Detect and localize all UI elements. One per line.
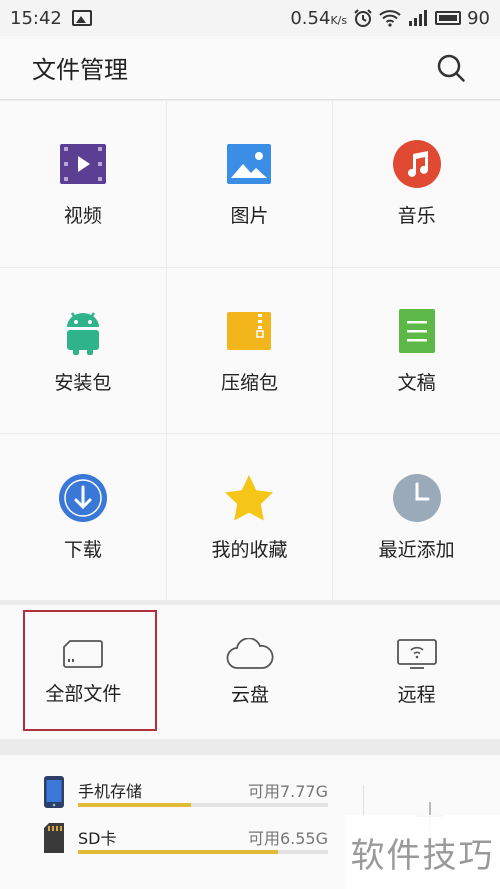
category-recent[interactable]: 最近添加 [333,434,500,601]
category-grid: 视频 图片 音乐 安装包 压缩包 文稿 下载 我的收藏 最近添加 [0,101,500,601]
wifi-icon [379,10,401,27]
cloud-drive-button[interactable]: 云盘 [167,605,334,739]
cloud-icon [226,637,274,669]
phone-icon [44,776,64,808]
gallery-notification-icon [71,10,92,26]
signal-icon [409,10,428,26]
watermark: 软件技巧 [345,815,500,889]
status-time: 15:42 [10,7,62,29]
battery-icon [435,11,462,25]
download-icon [58,473,108,523]
category-label: 压缩包 [220,371,278,394]
category-downloads[interactable]: 下载 [0,434,167,601]
storage-bar-fill [78,803,191,807]
category-favorites[interactable]: 我的收藏 [166,434,334,601]
star-icon [224,473,274,523]
app-header: 文件管理 [0,36,500,100]
remote-tv-icon [396,638,437,669]
alarm-icon [354,9,372,27]
category-apk[interactable]: 安装包 [0,267,167,435]
music-icon [392,139,442,189]
storage-name: SD卡 [78,829,117,848]
battery-level: 90 [467,7,490,29]
quick-label: 远程 [397,683,436,706]
category-label: 我的收藏 [211,538,288,561]
storage-row-phone[interactable]: 手机存储 可用7.77G [44,776,328,816]
sd-card-icon [63,639,104,668]
category-label: 最近添加 [378,538,455,561]
sd-card-storage-icon [44,823,64,853]
search-button[interactable] [434,51,468,85]
category-label: 音乐 [397,205,436,228]
category-video[interactable]: 视频 [0,101,167,268]
category-music[interactable]: 音乐 [333,101,500,268]
category-label: 视频 [63,205,102,228]
video-icon [58,139,108,189]
storage-free: 可用6.55G [247,829,328,848]
archive-icon [224,306,274,356]
category-images[interactable]: 图片 [166,101,334,268]
quick-label: 全部文件 [45,682,122,705]
storage-bar-fill [78,850,278,854]
network-speed: 0.54K/s [290,7,348,29]
clock-icon [392,473,442,523]
storage-row-sdcard[interactable]: SD卡 可用6.55G [44,823,328,863]
search-icon [437,54,465,82]
quick-label: 云盘 [230,683,269,706]
storage-bar [78,803,328,807]
storage-free: 可用7.77G [247,782,328,801]
category-label: 文稿 [397,371,436,394]
storage-name: 手机存储 [78,782,143,801]
all-files-button[interactable]: 全部文件 [0,605,167,739]
category-label: 安装包 [54,371,112,394]
category-documents[interactable]: 文稿 [333,268,500,435]
image-icon [224,139,274,189]
category-label: 下载 [63,538,102,561]
quick-access: 全部文件 云盘 远程 [0,605,500,739]
remote-button[interactable]: 远程 [333,605,500,739]
document-icon [392,306,442,356]
page-title: 文件管理 [32,56,128,84]
category-label: 图片 [230,205,269,228]
status-bar: 15:42 0.54K/s 90 [0,0,500,36]
storage-bar [78,850,328,854]
category-archive[interactable]: 压缩包 [166,267,334,435]
android-icon [58,306,108,356]
